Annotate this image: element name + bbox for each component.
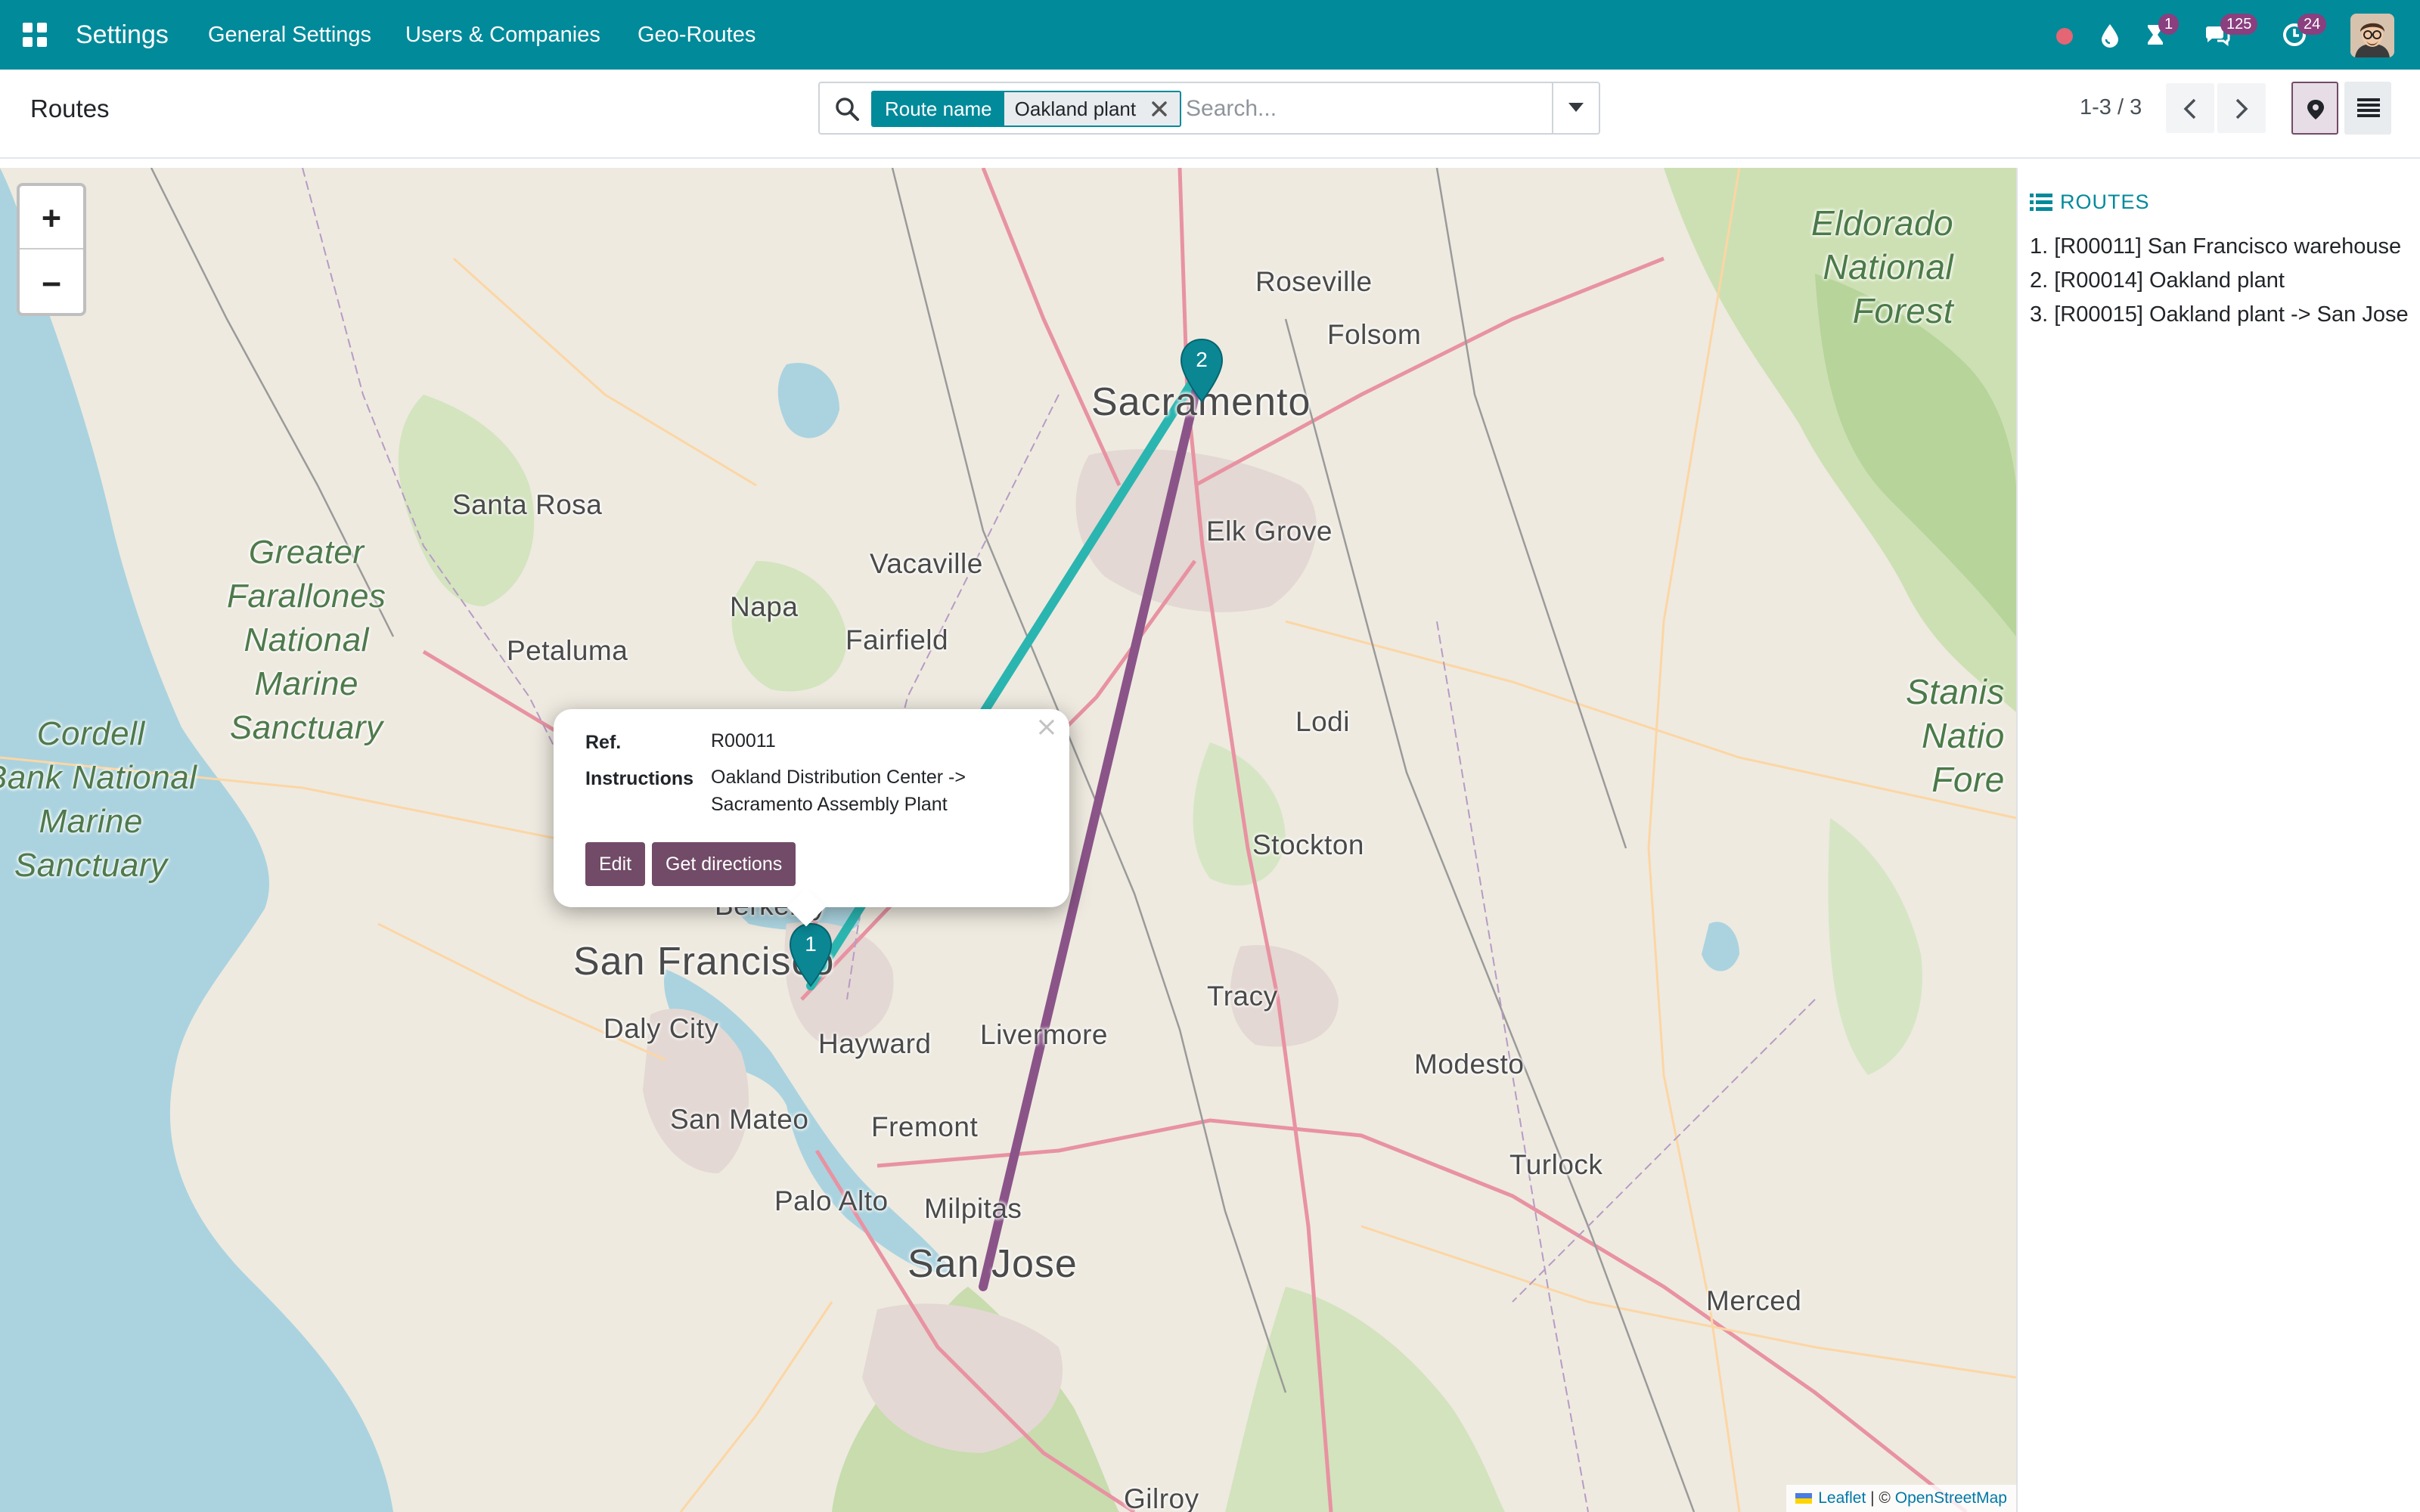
get-directions-button[interactable]: Get directions <box>652 842 796 886</box>
remove-facet-icon[interactable] <box>1150 99 1169 119</box>
pager-value[interactable]: 1-3 / 3 <box>2080 92 2142 122</box>
user-avatar[interactable] <box>2350 14 2394 57</box>
ref-label: Ref. <box>585 732 622 753</box>
area-label: Eldorado National Forest <box>1811 203 1954 330</box>
routes-heading-text: ROUTES <box>2060 191 2150 213</box>
routes-map[interactable]: Roseville Folsom Sacramento Santa Rosa E… <box>0 168 2016 1512</box>
route-list-item[interactable]: 1. [R00011] San Francisco warehouse <box>2030 230 2415 264</box>
place-label: Palo Alto <box>774 1185 889 1216</box>
place-label: Folsom <box>1327 319 1422 350</box>
zoom-out-button[interactable]: − <box>20 251 83 314</box>
clock-badge: 24 <box>2297 14 2327 35</box>
messages-badge: 125 <box>2220 14 2258 35</box>
instructions-value: Oakland Distribution Center -> Sacrament… <box>711 767 966 815</box>
pager-next-button[interactable] <box>2217 83 2266 133</box>
attribution-separator: | © <box>1866 1489 1895 1507</box>
place-label: Vacaville <box>870 548 983 579</box>
place-label: Elk Grove <box>1206 516 1333 547</box>
caret-down-icon <box>1568 103 1584 112</box>
route-popup: × Ref. R00011 Instructions Oakland Distr… <box>554 709 1069 927</box>
routes-heading: ROUTES <box>2030 191 2150 214</box>
menu-general-settings[interactable]: General Settings <box>208 21 371 48</box>
openstreetmap-link[interactable]: OpenStreetMap <box>1895 1485 2007 1512</box>
place-label: San Jose <box>908 1242 1078 1286</box>
search-facet: Route name Oakland plant <box>871 91 1182 127</box>
place-label: Lodi <box>1295 706 1350 737</box>
zoom-in-button[interactable]: + <box>20 186 83 249</box>
place-label: Stockton <box>1252 829 1364 860</box>
map-view-button[interactable] <box>2291 82 2338 135</box>
page-title: Routes <box>30 94 110 122</box>
place-label: Fairfield <box>845 624 949 655</box>
place-label: Santa Rosa <box>452 489 603 520</box>
place-label: San Mateo <box>670 1104 809 1135</box>
app-name[interactable]: Settings <box>76 18 169 51</box>
route-list-item[interactable]: 2. [R00014] Oakland plant <box>2030 264 2415 298</box>
activities-icon[interactable]: 1 <box>2137 14 2180 53</box>
search-bar: Route name Oakland plant <box>818 82 1600 135</box>
map-attribution: Leaflet | © OpenStreetMap <box>1786 1485 2016 1512</box>
list-icon <box>2030 193 2052 211</box>
status-dot-icon[interactable] <box>2046 17 2083 53</box>
menu-users-companies[interactable]: Users & Companies <box>405 21 600 48</box>
route-marker[interactable]: 1 <box>788 922 833 995</box>
place-label: Fremont <box>871 1111 979 1142</box>
route-list-item[interactable]: 3. [R00015] Oakland plant -> San Jose <box>2030 298 2415 332</box>
facet-value: Oakland plant <box>1014 98 1137 120</box>
place-label: Hayward <box>818 1028 932 1059</box>
activities-badge: 1 <box>2158 14 2180 35</box>
chevron-right-icon <box>2235 98 2248 119</box>
drop-icon[interactable] <box>2092 17 2128 53</box>
menu-geo-routes[interactable]: Geo-Routes <box>638 21 755 48</box>
place-label: Turlock <box>1509 1149 1603 1180</box>
map-marker-icon <box>2307 100 2324 119</box>
place-label: Modesto <box>1414 1049 1525 1080</box>
place-label: Napa <box>730 591 799 622</box>
area-label: Cordell Bank National Marine Sanctuary <box>0 715 197 884</box>
chevron-left-icon <box>2183 98 2196 119</box>
place-label: Roseville <box>1255 266 1373 297</box>
search-options-toggle[interactable] <box>1552 83 1599 133</box>
pager-previous-button[interactable] <box>2166 83 2214 133</box>
edit-button[interactable]: Edit <box>585 842 646 886</box>
marker-number: 2 <box>1196 348 1208 371</box>
ukraine-flag-icon <box>1795 1493 1813 1504</box>
top-navbar: Settings General Settings Users & Compan… <box>0 0 2420 70</box>
routes-sidebar: ROUTES 1. [R00011] San Francisco warehou… <box>2016 168 2420 1512</box>
place-label: Tracy <box>1207 981 1278 1012</box>
instructions-label: Instructions <box>585 768 694 789</box>
routes-list: 1. [R00011] San Francisco warehouse 2. [… <box>2030 230 2415 332</box>
messages-icon[interactable]: 125 <box>2199 14 2258 53</box>
place-label: Gilroy <box>1124 1483 1199 1512</box>
place-label: Petaluma <box>507 635 628 666</box>
zoom-control: + − <box>17 183 86 316</box>
place-label: Milpitas <box>924 1193 1022 1224</box>
area-label: Greater Farallones National Marine Sanct… <box>227 534 386 746</box>
search-input[interactable] <box>1186 91 1534 127</box>
facet-label: Route name <box>873 92 1004 125</box>
place-label: Merced <box>1706 1285 1802 1316</box>
facet-value-wrap: Oakland plant <box>1004 92 1181 125</box>
control-panel: Routes Route name Oakland plant 1-3 / 3 <box>0 70 2420 159</box>
area-label: Stanis Natio Fore <box>1906 672 2005 799</box>
ref-value: R00011 <box>711 730 776 751</box>
clock-icon[interactable]: 24 <box>2276 14 2327 53</box>
search-icon[interactable] <box>833 95 861 122</box>
apps-menu-icon[interactable] <box>21 21 48 48</box>
place-label: Daly City <box>603 1013 719 1044</box>
route-marker[interactable]: 2 <box>1179 338 1224 411</box>
place-label: Livermore <box>980 1019 1108 1050</box>
list-view-button[interactable] <box>2344 82 2391 135</box>
list-icon <box>2357 98 2380 117</box>
leaflet-link[interactable]: Leaflet <box>1818 1485 1866 1512</box>
marker-number: 1 <box>805 932 817 956</box>
